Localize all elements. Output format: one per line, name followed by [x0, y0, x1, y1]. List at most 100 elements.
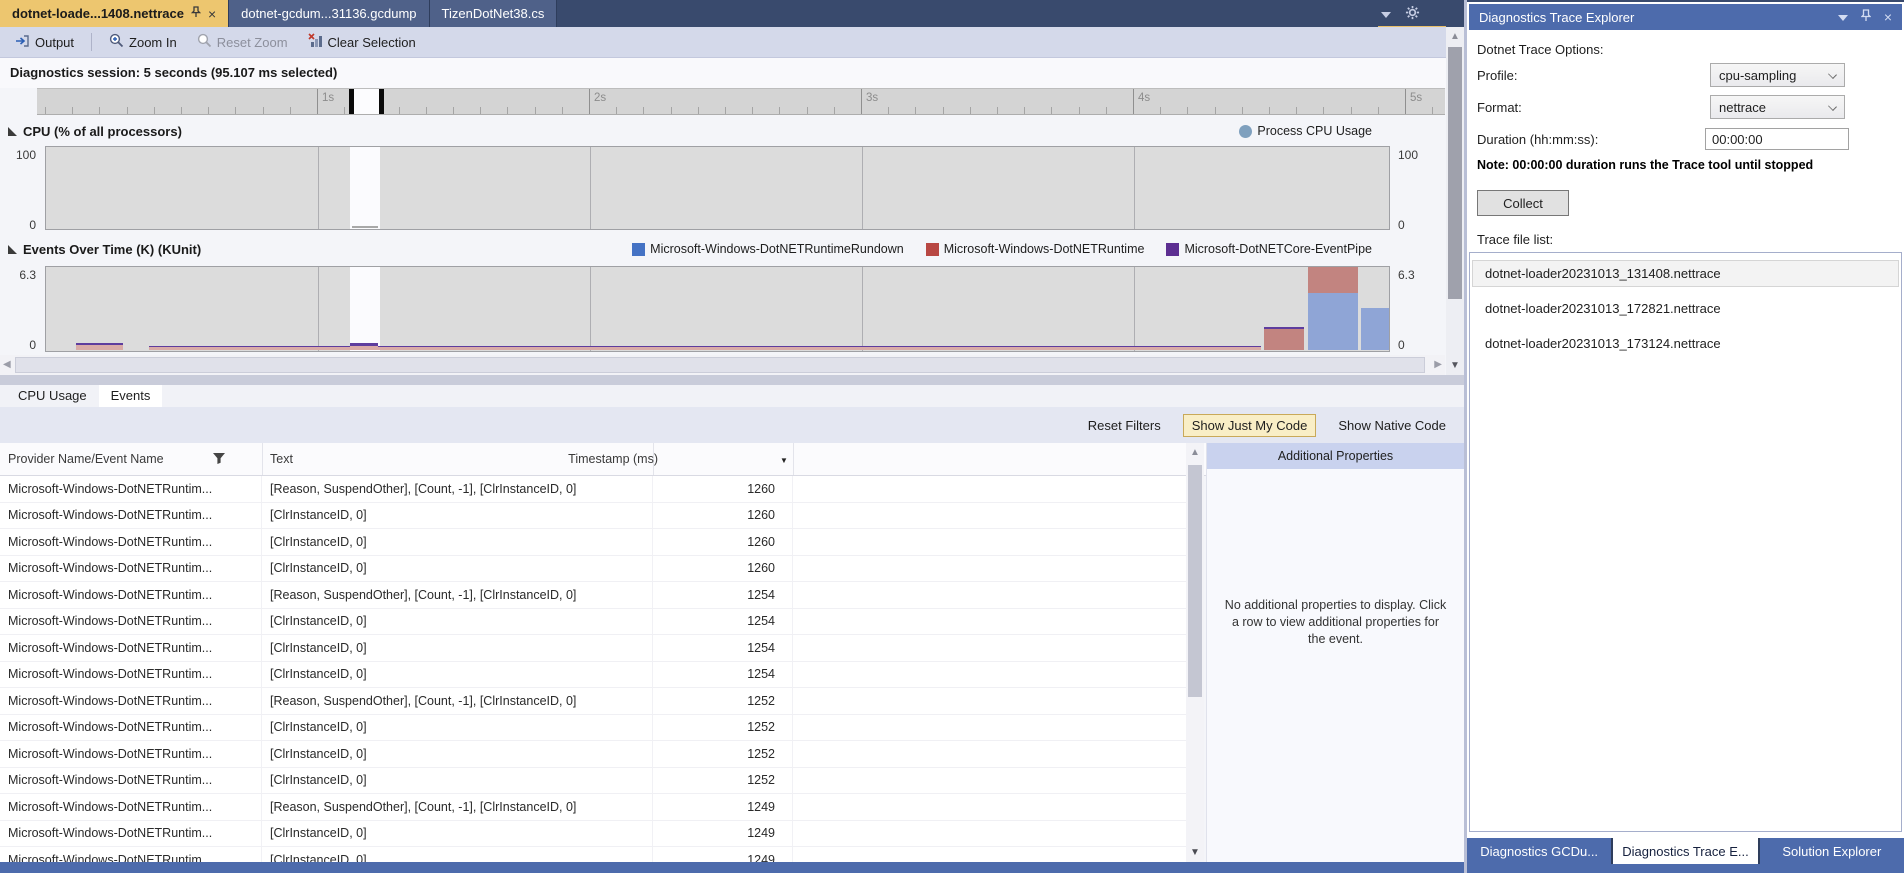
- ruler-tick: [1106, 107, 1107, 114]
- tab-tizendotnet-document[interactable]: TizenDotNet38.cs: [430, 0, 558, 27]
- event-bar-segment: [1264, 329, 1304, 350]
- events-ymin-right: 0: [1398, 338, 1405, 352]
- ruler-tick: [1051, 107, 1052, 114]
- column-timestamp[interactable]: Timestamp (ms): [568, 452, 658, 466]
- gear-icon[interactable]: [1405, 5, 1420, 23]
- ruler-tick: [72, 107, 73, 114]
- tab-gcdump-document[interactable]: dotnet-gcdum...31136.gcdump: [229, 0, 429, 27]
- events-table-body: Microsoft-Windows-DotNETRuntim...[Reason…: [0, 476, 1186, 862]
- sort-descending-icon[interactable]: ▼: [780, 456, 788, 465]
- additional-properties-panel: Additional Properties No additional prop…: [1206, 443, 1464, 862]
- column-provider[interactable]: Provider Name/Event Name: [8, 452, 164, 466]
- clear-selection-button[interactable]: Clear Selection: [301, 30, 423, 54]
- profile-select[interactable]: cpu-sampling: [1710, 63, 1845, 87]
- chevron-down-icon[interactable]: [1381, 6, 1391, 21]
- window-position-icon[interactable]: [1838, 10, 1848, 24]
- scroll-down-icon[interactable]: ▼: [1450, 360, 1460, 371]
- duration-input[interactable]: [1705, 128, 1849, 150]
- table-row[interactable]: Microsoft-Windows-DotNETRuntim...[ClrIns…: [0, 847, 1186, 862]
- table-row[interactable]: Microsoft-Windows-DotNETRuntim...[ClrIns…: [0, 741, 1186, 768]
- scrollbar-thumb[interactable]: [15, 357, 1425, 373]
- chevron-down-icon: [1828, 70, 1837, 79]
- cpu-chart-plot[interactable]: [45, 146, 1390, 230]
- collect-button[interactable]: Collect: [1477, 190, 1569, 216]
- tool-window-tab[interactable]: Diagnostics GCDu...: [1467, 838, 1611, 864]
- scroll-down-icon[interactable]: ▼: [1190, 847, 1200, 858]
- ruler-tick: [399, 107, 400, 114]
- events-ymax-right: 6.3: [1398, 268, 1415, 282]
- panel-title-bar[interactable]: Diagnostics Trace Explorer ×: [1469, 4, 1902, 30]
- ruler-tick: [671, 107, 672, 114]
- table-row[interactable]: Microsoft-Windows-DotNETRuntim...[Reason…: [0, 688, 1186, 715]
- scrollbar-thumb[interactable]: [1188, 465, 1202, 697]
- tab-cpu-usage[interactable]: CPU Usage: [6, 385, 99, 407]
- filter-funnel-icon[interactable]: [212, 452, 226, 468]
- tab-events[interactable]: Events: [99, 385, 163, 407]
- collapse-icon[interactable]: [8, 127, 17, 136]
- table-row[interactable]: Microsoft-Windows-DotNETRuntim...[ClrIns…: [0, 609, 1186, 636]
- editor-area: dotnet-loade...1408.nettrace × dotnet-gc…: [0, 0, 1464, 873]
- chart-horizontal-scrollbar[interactable]: ◀ ▶: [0, 355, 1445, 375]
- table-row[interactable]: Microsoft-Windows-DotNETRuntim...[ClrIns…: [0, 503, 1186, 530]
- collapse-icon[interactable]: [8, 245, 17, 254]
- cpu-chart-title[interactable]: CPU (% of all processors): [8, 124, 182, 139]
- scroll-up-icon[interactable]: ▲: [1190, 447, 1200, 458]
- output-button[interactable]: Output: [8, 31, 81, 54]
- reset-zoom-button[interactable]: Reset Zoom: [190, 30, 295, 54]
- table-row[interactable]: Microsoft-Windows-DotNETRuntim...[ClrIns…: [0, 768, 1186, 795]
- close-icon[interactable]: ×: [208, 7, 216, 21]
- ruler-tick: [698, 107, 699, 114]
- zoom-in-label: Zoom In: [129, 35, 177, 50]
- tool-window-tab[interactable]: Diagnostics Trace E...: [1613, 838, 1757, 864]
- format-select[interactable]: nettrace: [1710, 95, 1845, 119]
- event-bar-segment: [149, 346, 1261, 347]
- scrollbar-thumb[interactable]: [1448, 47, 1462, 299]
- scroll-right-icon[interactable]: ▶: [1434, 359, 1442, 370]
- events-chart-plot[interactable]: [45, 266, 1390, 352]
- tool-window-tab[interactable]: Solution Explorer: [1760, 838, 1904, 864]
- show-native-code-button[interactable]: Show Native Code: [1338, 418, 1446, 433]
- events-legend: Microsoft-Windows-DotNETRuntimeRundownMi…: [632, 242, 1372, 256]
- selection-end-handle[interactable]: [379, 89, 384, 115]
- scroll-up-icon[interactable]: ▲: [1450, 31, 1460, 42]
- table-vertical-scrollbar[interactable]: ▲ ▼: [1186, 443, 1204, 862]
- events-ymax-left: 6.3: [10, 268, 36, 282]
- table-row[interactable]: Microsoft-Windows-DotNETRuntim...[ClrIns…: [0, 529, 1186, 556]
- events-chart-title[interactable]: Events Over Time (K) (KUnit): [8, 242, 201, 257]
- table-row[interactable]: Microsoft-Windows-DotNETRuntim...[ClrIns…: [0, 662, 1186, 689]
- chart-vertical-scrollbar[interactable]: ▲ ▼: [1446, 27, 1464, 375]
- table-row[interactable]: Microsoft-Windows-DotNETRuntim...[Reason…: [0, 476, 1186, 503]
- reset-filters-button[interactable]: Reset Filters: [1088, 418, 1161, 433]
- event-bar-segment: [350, 343, 378, 346]
- pin-icon[interactable]: [191, 6, 201, 21]
- ruler-tick: [861, 89, 862, 115]
- table-row[interactable]: Microsoft-Windows-DotNETRuntim...[ClrIns…: [0, 821, 1186, 848]
- table-row[interactable]: Microsoft-Windows-DotNETRuntim...[Reason…: [0, 794, 1186, 821]
- table-row[interactable]: Microsoft-Windows-DotNETRuntim...[ClrIns…: [0, 635, 1186, 662]
- ruler-tick: [643, 107, 644, 114]
- column-text[interactable]: Text: [270, 452, 293, 466]
- trace-file-item[interactable]: dotnet-loader20231013_131408.nettrace: [1472, 260, 1899, 287]
- legend-item-process-cpu: Process CPU Usage: [1239, 124, 1372, 138]
- legend-item: Microsoft-Windows-DotNETRuntime: [926, 242, 1145, 256]
- ruler-tick: [1269, 107, 1270, 114]
- trace-file-item[interactable]: dotnet-loader20231013_173124.nettrace: [1472, 330, 1899, 357]
- trace-file-item[interactable]: dotnet-loader20231013_172821.nettrace: [1472, 295, 1899, 322]
- ruler-tick: [263, 107, 264, 114]
- cpu-usage-blip: [352, 226, 378, 228]
- table-row[interactable]: Microsoft-Windows-DotNETRuntim...[Reason…: [0, 582, 1186, 609]
- zoom-in-button[interactable]: Zoom In: [102, 30, 184, 54]
- events-chart-header: Events Over Time (K) (KUnit) Microsoft-W…: [0, 240, 1446, 262]
- selection-start-handle[interactable]: [349, 89, 354, 115]
- table-row[interactable]: Microsoft-Windows-DotNETRuntim...[ClrIns…: [0, 715, 1186, 742]
- tab-label: dotnet-loade...1408.nettrace: [12, 6, 184, 21]
- show-just-my-code-button[interactable]: Show Just My Code: [1183, 414, 1317, 437]
- table-row[interactable]: Microsoft-Windows-DotNETRuntim...[ClrIns…: [0, 556, 1186, 583]
- ruler-tick: [888, 107, 889, 114]
- tab-nettrace-document[interactable]: dotnet-loade...1408.nettrace ×: [0, 0, 229, 27]
- close-icon[interactable]: ×: [1884, 9, 1892, 25]
- scroll-left-icon[interactable]: ◀: [3, 359, 11, 370]
- toolbar-separator: [91, 33, 92, 51]
- timeline-ruler[interactable]: 1s2s3s4s5s: [37, 88, 1445, 115]
- pin-icon[interactable]: [1861, 9, 1871, 25]
